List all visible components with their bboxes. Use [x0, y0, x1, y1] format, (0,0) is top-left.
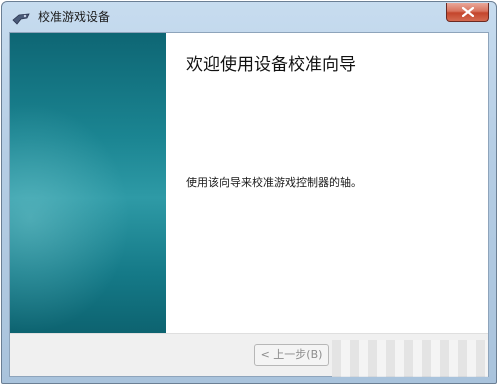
window-title: 校准游戏设备 — [38, 10, 111, 24]
wizard-side-banner — [10, 33, 166, 333]
wizard-client-area: 欢迎使用设备校准向导 使用该向导来校准游戏控制器的轴。 < 上一步(B) — [9, 32, 489, 377]
title-bar[interactable]: 校准游戏设备 — [2, 2, 496, 32]
game-controller-icon — [11, 11, 31, 25]
close-icon — [462, 7, 474, 17]
calibration-window: 校准游戏设备 欢迎使用设备校准向导 使用该向导来校准游戏控制器的轴。 < 上一步… — [1, 1, 497, 384]
wizard-button-bar: < 上一步(B) — [10, 333, 488, 377]
back-button[interactable]: < 上一步(B) — [254, 344, 329, 366]
close-button[interactable] — [446, 3, 489, 22]
wizard-description: 使用该向导来校准游戏控制器的轴。 — [186, 176, 362, 189]
wizard-content: 欢迎使用设备校准向导 使用该向导来校准游戏控制器的轴。 — [166, 33, 488, 333]
banner-glow — [10, 103, 130, 333]
wizard-heading: 欢迎使用设备校准向导 — [186, 55, 356, 75]
obscured-region — [332, 340, 488, 377]
